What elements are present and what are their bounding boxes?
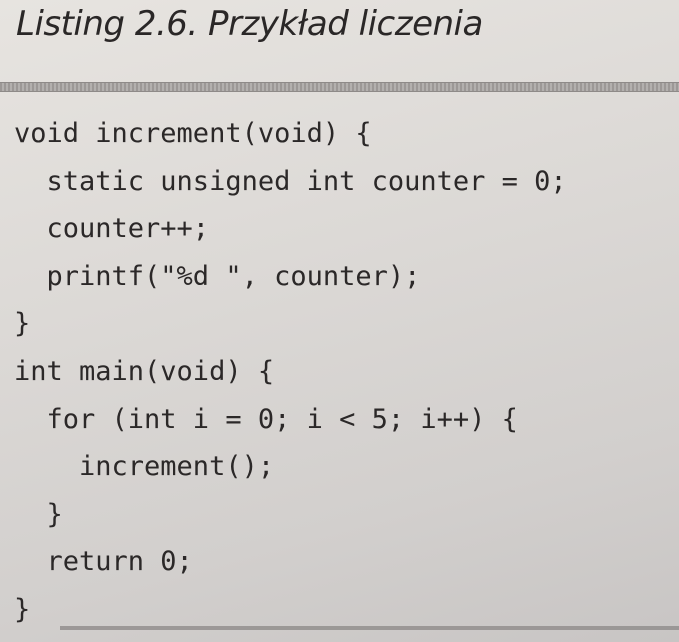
code-line: return 0;	[14, 546, 193, 578]
code-line: }	[14, 498, 63, 530]
top-divider	[0, 82, 679, 92]
code-line: static unsigned int counter = 0;	[14, 165, 567, 197]
code-line: for (int i = 0; i < 5; i++) {	[14, 403, 518, 435]
code-line: int main(void) {	[14, 355, 275, 387]
book-page: Listing 2.6. Przykład liczenia void incr…	[0, 0, 679, 642]
code-line: void increment(void) {	[14, 118, 372, 149]
code-line: increment();	[14, 451, 275, 483]
code-line: printf("%d ", counter);	[14, 260, 421, 292]
bottom-divider	[60, 626, 679, 630]
code-listing: void increment(void) { static unsigned i…	[14, 110, 567, 634]
code-line: counter++;	[14, 213, 210, 245]
code-line: }	[14, 308, 31, 340]
listing-title: Listing 2.6. Przykład liczenia	[16, 4, 483, 44]
